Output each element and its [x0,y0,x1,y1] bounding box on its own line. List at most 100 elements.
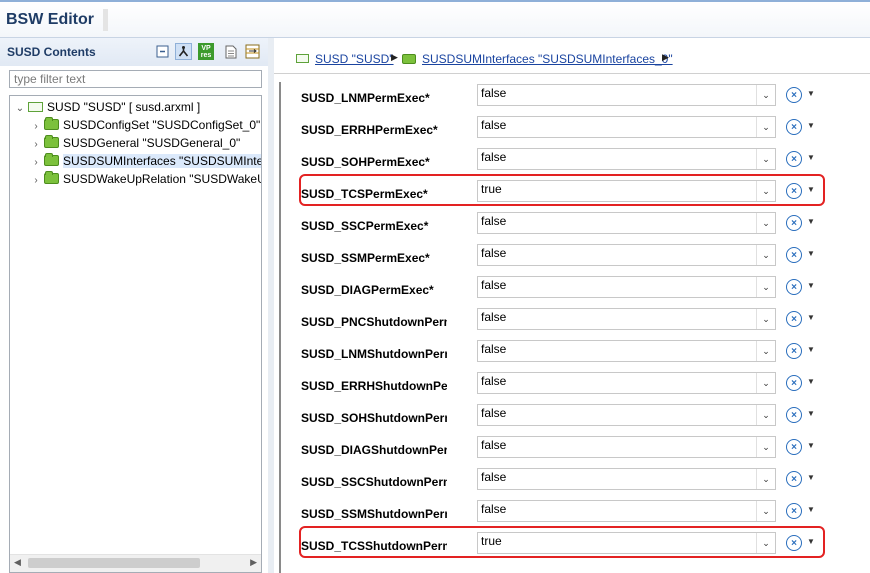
dropdown-arrow-icon[interactable]: ▼ [807,153,815,162]
tree-item-susdsuminterfaces[interactable]: › SUSDSUMInterfaces "SUSDSUMInterf [30,152,261,170]
chevron-down-icon[interactable]: ⌄ [756,437,775,457]
tree-item-susdconfigset[interactable]: › SUSDConfigSet "SUSDConfigSet_0" [30,116,260,134]
parameter-value-dropdown[interactable]: false ⌄ [477,276,776,298]
parameter-label: SUSD_SSMShutdownPerm [301,507,447,521]
parameter-label: SUSD_TCSPermExec* [301,187,428,201]
parameter-value-dropdown[interactable]: false ⌄ [477,212,776,234]
tree-item-susdwakeuprelation[interactable]: › SUSDWakeUpRelation "SUSDWakeUp [30,170,261,190]
parameter-label: SUSD_LNMShutdownPerm [301,347,447,361]
parameter-value-dropdown[interactable]: true ⌄ [477,532,776,554]
expanded-icon[interactable]: ⌄ [14,100,26,118]
parameter-value-dropdown[interactable]: false ⌄ [477,500,776,522]
parameter-value-dropdown[interactable]: false ⌄ [477,372,776,394]
chevron-down-icon[interactable]: ⌄ [756,533,775,553]
reference-action-icon[interactable]: × [786,215,802,231]
dropdown-arrow-icon[interactable]: ▼ [807,121,815,130]
dropdown-arrow-icon[interactable]: ▼ [807,217,815,226]
tree-item-root[interactable]: ⌄ SUSD "SUSD" [ susd.arxml ] [14,98,200,116]
reference-action-icon[interactable]: × [786,311,802,327]
parameter-value-dropdown[interactable]: false ⌄ [477,308,776,330]
parameter-label: SUSD_LNMPermExec* [301,91,430,105]
breadcrumb-arrow-icon[interactable]: ▶ [662,52,669,63]
dropdown-arrow-icon[interactable]: ▼ [807,441,815,450]
reference-action-icon[interactable]: × [786,343,802,359]
parameter-value-dropdown[interactable]: false ⌄ [477,148,776,170]
dropdown-arrow-icon[interactable]: ▼ [807,281,815,290]
parameter-value-dropdown[interactable]: false ⌄ [477,404,776,426]
reference-action-icon[interactable]: × [786,183,802,199]
parameter-value: false [481,150,507,164]
dropdown-arrow-icon[interactable]: ▼ [807,185,815,194]
chevron-down-icon[interactable]: ⌄ [756,85,775,105]
chevron-down-icon[interactable]: ⌄ [756,501,775,521]
dropdown-arrow-icon[interactable]: ▼ [807,377,815,386]
reference-action-icon[interactable]: × [786,471,802,487]
dropdown-arrow-icon[interactable]: ▼ [807,473,815,482]
collapse-icon[interactable] [154,43,171,60]
chevron-down-icon[interactable]: ⌄ [756,181,775,201]
reference-action-icon[interactable]: × [786,407,802,423]
parameter-row: SUSD_SOHShutdownPerm false ⌄ × ▼ [281,402,870,434]
parameter-row: SUSD_TCSShutdownPerm true ⌄ × ▼ [281,526,870,562]
parameter-value-dropdown[interactable]: false ⌄ [477,84,776,106]
document-icon[interactable] [222,43,239,60]
tree-item-label: SUSDSUMInterfaces "SUSDSUMInterf [63,154,261,168]
horizontal-scrollbar[interactable]: ◀ ▶ [10,554,261,572]
breadcrumb-arrow-icon[interactable]: ▶ [391,52,398,63]
scroll-right-icon[interactable]: ▶ [250,557,257,568]
editor-title: BSW Editor [6,11,94,28]
dropdown-arrow-icon[interactable]: ▼ [807,249,815,258]
reference-action-icon[interactable]: × [786,439,802,455]
dropdown-arrow-icon[interactable]: ▼ [807,313,815,322]
breadcrumb-item-susdsuminterfaces[interactable]: SUSDSUMInterfaces "SUSDSUMInterfaces_0" [422,52,673,66]
parameter-row: SUSD_SSMShutdownPerm false ⌄ × ▼ [281,498,870,530]
reference-action-icon[interactable]: × [786,247,802,263]
dropdown-arrow-icon[interactable]: ▼ [807,345,815,354]
chevron-down-icon[interactable]: ⌄ [756,149,775,169]
parameter-value-dropdown[interactable]: false ⌄ [477,468,776,490]
parameter-label: SUSD_SSCPermExec* [301,219,429,233]
parameter-value-dropdown[interactable]: false ⌄ [477,116,776,138]
parameter-label: SUSD_ERRHShutdownPerm [301,379,447,393]
reference-action-icon[interactable]: × [786,535,802,551]
chevron-down-icon[interactable]: ⌄ [756,309,775,329]
tree-item-susdgeneral[interactable]: › SUSDGeneral "SUSDGeneral_0" [30,134,240,152]
scroll-left-icon[interactable]: ◀ [14,557,21,568]
dropdown-arrow-icon[interactable]: ▼ [807,537,815,546]
parameter-value-dropdown[interactable]: false ⌄ [477,436,776,458]
reference-action-icon[interactable]: × [786,503,802,519]
reference-action-icon[interactable]: × [786,375,802,391]
vp-res-icon[interactable]: VP res [198,43,214,60]
reference-action-icon[interactable]: × [786,119,802,135]
reference-action-icon[interactable]: × [786,87,802,103]
dropdown-arrow-icon[interactable]: ▼ [807,89,815,98]
chevron-down-icon[interactable]: ⌄ [756,469,775,489]
reference-action-icon[interactable]: × [786,151,802,167]
chevron-down-icon[interactable]: ⌄ [756,373,775,393]
chevron-down-icon[interactable]: ⌄ [756,277,775,297]
editor-panel: SUSD "SUSD" ▶ SUSDSUMInterfaces "SUSDSUM… [274,38,870,573]
sync-icon[interactable] [244,43,261,60]
parameter-row: SUSD_SSMPermExec* false ⌄ × ▼ [281,242,870,274]
reference-action-icon[interactable]: × [786,279,802,295]
dropdown-arrow-icon[interactable]: ▼ [807,505,815,514]
parameter-row: SUSD_LNMPermExec* false ⌄ × ▼ [281,82,870,114]
parameter-value-dropdown[interactable]: false ⌄ [477,340,776,362]
collapsed-icon[interactable]: › [30,172,42,190]
chevron-down-icon[interactable]: ⌄ [756,245,775,265]
parameter-value-dropdown[interactable]: false ⌄ [477,244,776,266]
chevron-down-icon[interactable]: ⌄ [756,117,775,137]
parameter-row: SUSD_ERRHShutdownPerm false ⌄ × ▼ [281,370,870,402]
link-icon[interactable] [175,43,192,60]
chevron-down-icon[interactable]: ⌄ [756,405,775,425]
dropdown-arrow-icon[interactable]: ▼ [807,409,815,418]
parameter-label: SUSD_SOHShutdownPerm [301,411,447,425]
filter-input[interactable]: type filter text [9,70,262,88]
breadcrumb-item-susd[interactable]: SUSD "SUSD" [315,52,394,66]
scrollbar-thumb[interactable] [28,558,200,568]
chevron-down-icon[interactable]: ⌄ [756,213,775,233]
parameter-value: false [481,502,507,516]
chevron-down-icon[interactable]: ⌄ [756,341,775,361]
parameter-label: SUSD_DIAGPermExec* [301,283,434,297]
parameter-value-dropdown[interactable]: true ⌄ [477,180,776,202]
